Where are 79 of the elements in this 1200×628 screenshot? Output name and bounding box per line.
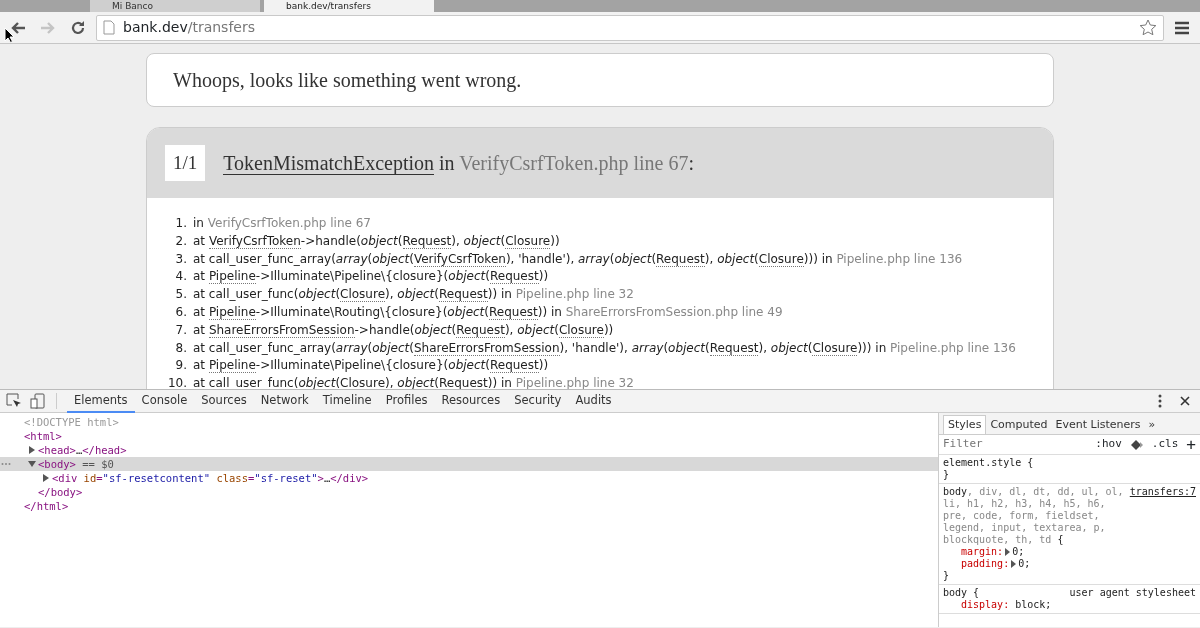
selector-text: element.style { [943,457,1035,469]
frame-number: 1. [174,215,188,232]
stack-frame: at call_user_func(object(Closure), object(Request)) in Pipeline.php line 32 [193,286,634,304]
hov-toggle[interactable]: :hov [1095,436,1122,453]
expand-arrow-icon[interactable] [1011,560,1017,568]
property-name: margin: [961,546,1004,558]
address-bar[interactable]: bank.dev/transfers [96,14,1164,41]
cls-toggle[interactable]: .cls [1151,436,1179,453]
dom-node[interactable]: <head>…</head> [38,443,127,457]
devtools-tab[interactable]: Security [507,389,569,413]
cursor-icon [4,27,14,43]
frame-number: 4. [174,268,188,286]
closing-brace: } [943,469,951,481]
expand-arrow-icon[interactable] [43,474,49,482]
source-link[interactable]: transfers:7 [1129,486,1196,498]
frame-number: 8. [174,339,188,357]
selector-text: body { [943,587,981,599]
add-rule-button[interactable]: + [1186,432,1196,457]
more-tabs-button[interactable]: » [1144,415,1160,434]
frame-number: 3. [174,250,188,268]
property-name: padding: [961,558,1010,570]
menu-icon [1174,20,1190,35]
star-icon[interactable] [1139,18,1157,37]
devtools-tab[interactable]: Console [134,389,195,413]
selector-text: body, div, dl, dt, dd, ul, ol, li, h1, h2, h3, h4, h5, h6, pre, code, form, fieldset, legend, input, textarea, p, blockquote, th, td { [943,486,1124,546]
selected-row[interactable]: <body> == $0 [0,457,938,471]
stack-frame: at call_user_func_array(array(object(VerifyCsrfToken), 'handle'), array(object(Request), object(Closure))) in Pipeline.php line 136 [193,250,963,269]
error-message: Whoops, looks like something went wrong. [146,53,1054,107]
devtools-tab[interactable]: Elements [67,389,135,413]
property-name: display: [961,599,1010,611]
styles-tab[interactable]: Event Listeners [1051,415,1145,434]
dom-node[interactable]: <body> == $0 [38,457,114,471]
stack-frame: at call_user_func_array(array(object(ShareErrorsFromSession), 'handle'), array(object(Request), object(Closure))) in Pipeline.php line 136 [193,339,1016,358]
frame-number: 10. [166,375,188,389]
devtools-tab[interactable]: Network [253,389,316,413]
devtools-tab[interactable]: Profiles [378,389,435,413]
dom-node[interactable]: <div id="sf-resetcontent" class="sf-reset">…</div> [52,471,369,485]
more-options-icon[interactable] [1158,394,1162,408]
styles-tab[interactable]: Styles [943,414,987,434]
exception-title: TokenMismatchException in VerifyCsrfToken.php line 67: [223,151,694,177]
property-value: 0; [1018,558,1031,570]
closing-brace: } [943,570,951,582]
property-value: 0; [1012,546,1025,558]
closing-tag: </html> [24,499,69,513]
stack-frame: at ShareErrorsFromSession->handle(object(Request), object(Closure)) [193,321,614,340]
device-icon[interactable] [30,393,46,409]
exception-count: 1/1 [165,144,206,182]
browser-tab[interactable]: bank.dev/transfers [264,0,434,12]
frame-number: 6. [174,304,188,321]
property-value: block; [1015,599,1052,611]
page-icon [103,20,115,35]
back-arrow-icon [10,20,26,35]
expand-arrow-icon[interactable] [1005,548,1011,556]
ellipsis-icon [1,462,11,466]
devtools-tab[interactable]: Sources [194,389,254,413]
stack-frame: at VerifyCsrfToken->handle(object(Request), object(Closure)) [193,232,560,251]
inspect-icon[interactable] [6,393,22,409]
stack-frame: at Pipeline->Illuminate\Pipeline\{closure}(object(Request)) [193,268,549,287]
expand-arrow-icon[interactable] [28,461,36,467]
browser-tab[interactable]: Mi Banco [90,0,260,12]
url-text: bank.dev/transfers [123,18,255,37]
frame-number: 2. [174,232,188,250]
color-format-icon[interactable] [1129,438,1144,451]
stack-frame: at Pipeline->Illuminate\Pipeline\{closure}(object(Request)) [193,357,549,376]
source-label: user agent stylesheet [1069,587,1196,599]
close-icon[interactable] [1180,396,1190,406]
devtools-tab[interactable]: Resources [434,389,508,413]
closing-tag: </body> [38,485,83,499]
devtools-tab[interactable]: Timeline [315,389,379,413]
reload-icon [70,19,86,36]
devtools-tab[interactable]: Audits [568,389,619,413]
frame-number: 7. [174,321,188,339]
frame-number: 5. [174,286,188,304]
styles-tab[interactable]: Computed [986,415,1052,434]
forward-arrow-icon [40,20,56,35]
stack-frame: at Pipeline->Illuminate\Routing\{closure}(object(Request)) in ShareErrorsFromSession.php line 49 [193,304,783,322]
frame-number: 9. [174,357,188,375]
dom-node[interactable]: <html> [24,429,62,443]
stack-frame: in VerifyCsrfToken.php line 67 [193,215,371,233]
